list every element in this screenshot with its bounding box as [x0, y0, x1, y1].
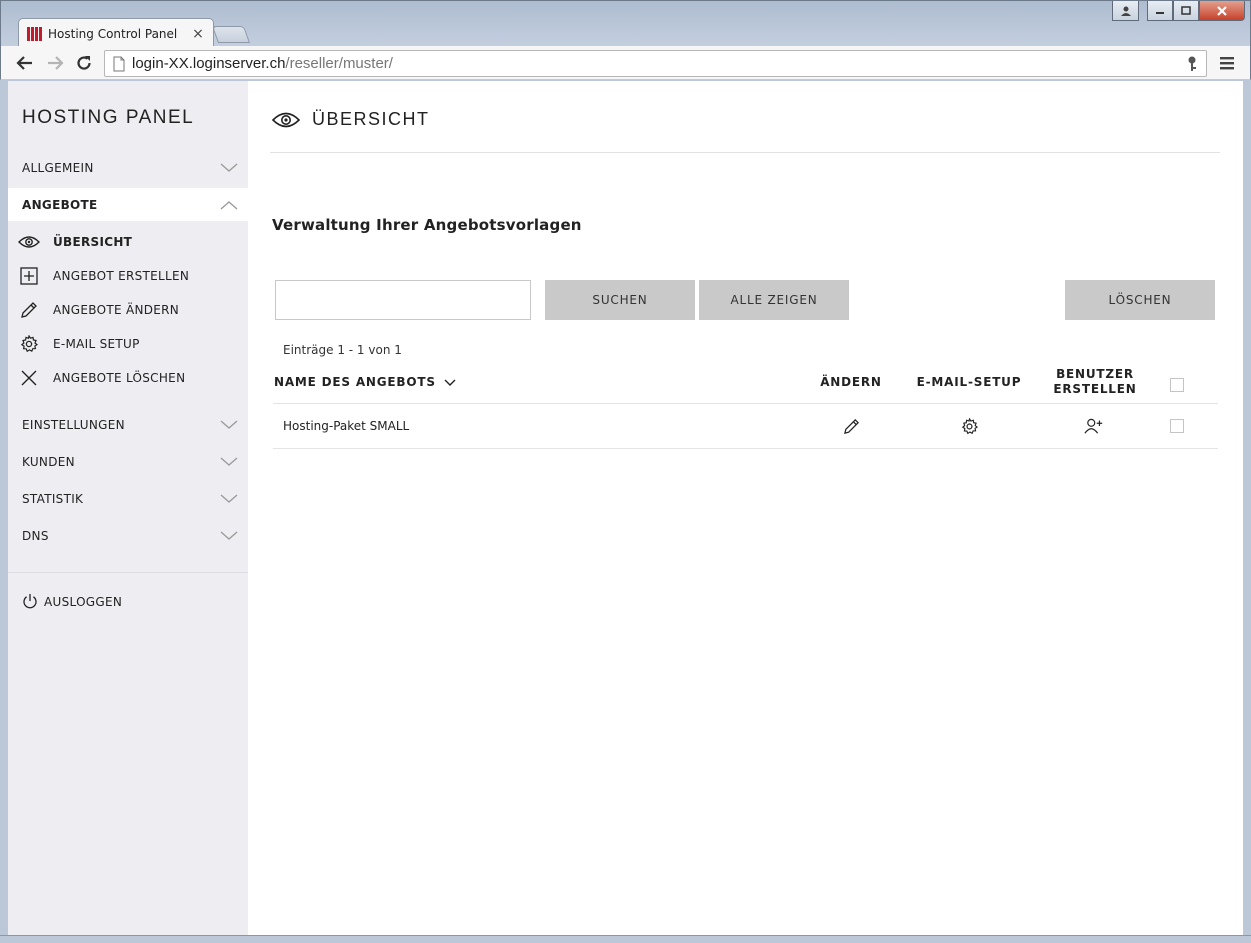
- nav-section-label: EINSTELLUNGEN: [22, 417, 125, 432]
- select-all-checkbox[interactable]: [1170, 378, 1184, 392]
- pencil-icon: [843, 418, 859, 434]
- sidebar-item-angebote-loeschen[interactable]: ANGEBOTE LÖSCHEN: [8, 363, 248, 393]
- x-icon: [18, 367, 40, 389]
- brand-title: HOSTING PANEL: [22, 107, 195, 128]
- browser-tab[interactable]: Hosting Control Panel ×: [18, 18, 214, 48]
- header-divider: [270, 152, 1220, 153]
- url-host: login-XX.loginserver.ch: [132, 55, 286, 72]
- nav-section-angebote[interactable]: ANGEBOTE: [8, 188, 248, 221]
- sidebar-item-label: ANGEBOTE LÖSCHEN: [53, 371, 186, 385]
- window-bottom-border: [0, 935, 1251, 943]
- nav-section-allgemein[interactable]: ALLGEMEIN: [8, 151, 248, 184]
- nav-section-dns[interactable]: DNS: [8, 519, 248, 552]
- column-header-line: ERSTELLEN: [1053, 382, 1137, 396]
- search-input[interactable]: [275, 280, 531, 320]
- show-all-button[interactable]: ALLE ZEIGEN: [699, 280, 849, 320]
- nav-section-label: ANGEBOTE: [22, 197, 98, 212]
- main-content: ÜBERSICHT Verwaltung Ihrer Angebotsvorla…: [248, 81, 1243, 935]
- maximize-icon: [1181, 5, 1191, 15]
- chevron-down-icon: [220, 494, 238, 503]
- back-button[interactable]: [13, 51, 37, 75]
- column-header-name[interactable]: NAME DES ANGEBOTS: [274, 375, 456, 390]
- nav-section-statistik[interactable]: STATISTIK: [8, 482, 248, 515]
- new-tab-button[interactable]: [211, 26, 251, 43]
- page-title: ÜBERSICHT: [312, 109, 430, 129]
- address-bar[interactable]: login-XX.loginserver.ch /reseller/muster…: [104, 50, 1207, 77]
- sidebar-item-email-setup[interactable]: E-MAIL SETUP: [8, 329, 248, 359]
- chevron-down-icon: [220, 531, 238, 540]
- sidebar: HOSTING PANEL ALLGEMEIN ANGEBOTE ÜBERSIC…: [8, 81, 248, 935]
- sidebar-item-label: ANGEBOT ERSTELLEN: [53, 269, 190, 283]
- sidebar-item-uebersicht[interactable]: ÜBERSICHT: [8, 227, 248, 257]
- window-titlebar: Hosting Control Panel ×: [0, 0, 1251, 48]
- close-window-button[interactable]: [1199, 1, 1245, 21]
- chevron-down-icon: [220, 420, 238, 429]
- key-icon[interactable]: [1186, 56, 1198, 72]
- hamburger-menu-icon: [1220, 57, 1234, 70]
- forward-button[interactable]: [43, 51, 67, 75]
- chevron-up-icon: [220, 200, 238, 209]
- nav-section-label: STATISTIK: [22, 491, 84, 506]
- logout-label: AUSLOGGEN: [44, 594, 123, 609]
- minimize-icon: [1156, 11, 1164, 14]
- sidebar-item-label: ÜBERSICHT: [53, 235, 133, 249]
- table-row: Hosting-Paket SMALL: [273, 404, 1218, 449]
- menu-button[interactable]: [1215, 51, 1239, 75]
- plus-square-icon: [18, 265, 40, 287]
- nav-section-label: ALLGEMEIN: [22, 160, 94, 175]
- tab-title: Hosting Control Panel: [48, 26, 178, 41]
- arrow-left-icon: [16, 56, 32, 70]
- page-viewport: HOSTING PANEL ALLGEMEIN ANGEBOTE ÜBERSIC…: [8, 81, 1243, 935]
- power-icon: [23, 594, 37, 609]
- eye-icon: [18, 231, 40, 253]
- section-heading: Verwaltung Ihrer Angebotsvorlagen: [272, 216, 582, 234]
- nav-section-kunden[interactable]: KUNDEN: [8, 445, 248, 478]
- sidebar-item-angebote-aendern[interactable]: ANGEBOTE ÄNDERN: [8, 295, 248, 325]
- user-icon: [1120, 6, 1131, 16]
- chevron-down-icon: [220, 457, 238, 466]
- site-favicon-icon: [27, 26, 43, 41]
- logout-button[interactable]: AUSLOGGEN: [22, 593, 122, 610]
- nav-section-einstellungen[interactable]: EINSTELLUNGEN: [8, 408, 248, 441]
- sidebar-divider: [8, 572, 248, 573]
- maximize-button[interactable]: [1173, 1, 1199, 21]
- entries-count: Einträge 1 - 1 von 1: [283, 343, 402, 357]
- url-path: /reseller/muster/: [285, 55, 393, 72]
- column-header-edit: ÄNDERN: [820, 375, 882, 389]
- browser-toolbar: login-XX.loginserver.ch /reseller/muster…: [0, 46, 1251, 80]
- nav-section-label: DNS: [22, 528, 49, 543]
- close-icon: [1217, 5, 1227, 16]
- gear-icon: [961, 417, 978, 434]
- chevron-down-icon: [220, 163, 238, 172]
- column-header-label: NAME DES ANGEBOTS: [274, 375, 436, 389]
- column-header-email-setup: E-MAIL-SETUP: [916, 375, 1022, 389]
- table-header: NAME DES ANGEBOTS ÄNDERN E-MAIL-SETUP BE…: [273, 366, 1218, 404]
- gear-icon: [18, 333, 40, 355]
- pencil-icon: [18, 299, 40, 321]
- sort-chevron-down-icon: [444, 379, 456, 386]
- create-user-button[interactable]: [1084, 416, 1104, 436]
- sidebar-item-angebot-erstellen[interactable]: ANGEBOT ERSTELLEN: [8, 261, 248, 291]
- sidebar-item-label: E-MAIL SETUP: [53, 337, 140, 351]
- page-icon: [113, 56, 125, 71]
- search-button[interactable]: SUCHEN: [545, 280, 695, 320]
- delete-button[interactable]: LÖSCHEN: [1065, 280, 1215, 320]
- reload-icon: [77, 56, 91, 70]
- offer-name-cell: Hosting-Paket SMALL: [283, 419, 410, 433]
- column-header-line: BENUTZER: [1056, 367, 1134, 381]
- eye-icon: [272, 112, 300, 127]
- reload-button[interactable]: [72, 51, 96, 75]
- edit-offer-button[interactable]: [841, 416, 861, 436]
- sidebar-item-label: ANGEBOTE ÄNDERN: [53, 303, 180, 317]
- email-setup-button[interactable]: [959, 416, 979, 436]
- add-user-icon: [1084, 418, 1103, 434]
- minimize-button[interactable]: [1147, 1, 1173, 21]
- nav-section-label: KUNDEN: [22, 454, 75, 469]
- arrow-right-icon: [48, 56, 64, 70]
- page-header: ÜBERSICHT: [272, 109, 430, 130]
- user-profile-button[interactable]: [1112, 1, 1139, 21]
- tab-close-icon[interactable]: ×: [191, 26, 205, 42]
- column-header-create-user: BENUTZER ERSTELLEN: [1045, 367, 1145, 397]
- row-select-checkbox[interactable]: [1170, 419, 1184, 433]
